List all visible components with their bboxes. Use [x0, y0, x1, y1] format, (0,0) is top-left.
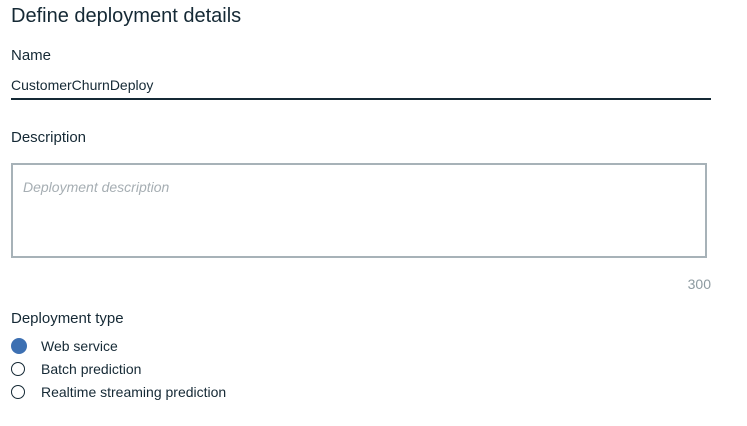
- description-textarea[interactable]: [11, 163, 707, 258]
- name-input[interactable]: [11, 72, 711, 100]
- radio-label-web-service: Web service: [41, 338, 118, 354]
- name-label: Name: [11, 47, 52, 64]
- radio-label-realtime-streaming: Realtime streaming prediction: [41, 384, 227, 400]
- radio-batch-prediction[interactable]: Batch prediction: [11, 359, 141, 379]
- radio-realtime-streaming[interactable]: Realtime streaming prediction: [11, 382, 226, 402]
- description-label: Description: [11, 129, 87, 146]
- radio-unselected-icon[interactable]: [11, 362, 25, 376]
- radio-selected-icon[interactable]: [11, 338, 27, 354]
- radio-web-service[interactable]: Web service: [11, 336, 118, 356]
- description-char-counter: 300: [687, 276, 711, 292]
- radio-label-batch-prediction: Batch prediction: [41, 361, 142, 377]
- page-title: Define deployment details: [11, 5, 242, 27]
- radio-unselected-icon[interactable]: [11, 385, 25, 399]
- deployment-type-label: Deployment type: [11, 310, 124, 327]
